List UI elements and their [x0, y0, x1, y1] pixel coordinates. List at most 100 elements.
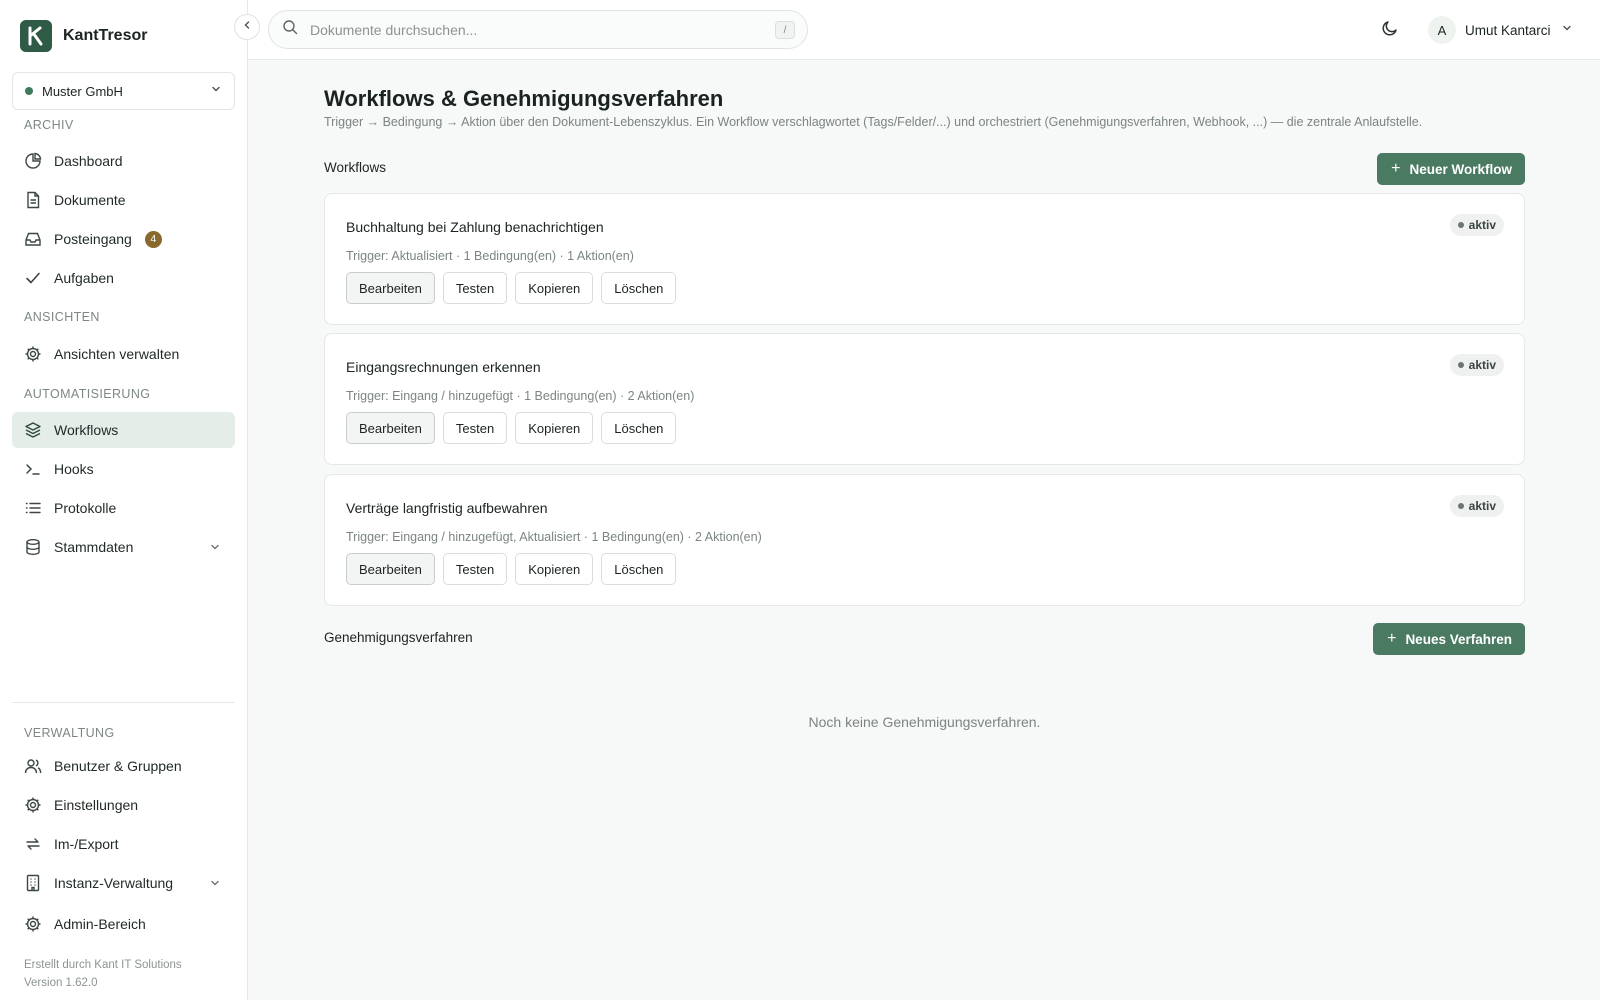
inbox-count-badge: 4 — [144, 230, 162, 248]
sidebar-item-dokumente[interactable]: Dokumente — [12, 182, 235, 218]
inbox-icon — [24, 230, 42, 248]
status-badge: aktiv — [1449, 354, 1504, 376]
users-icon — [24, 757, 42, 775]
sidebar-item-label: Aufgaben — [54, 270, 114, 286]
sidebar-item-workflows[interactable]: Workflows — [12, 412, 235, 448]
organization-select[interactable]: Muster GmbH — [12, 72, 235, 110]
test-button[interactable]: Testen — [442, 412, 508, 444]
file-text-icon — [24, 191, 42, 209]
new-approval-button[interactable]: + Neues Verfahren — [1373, 623, 1525, 655]
search-box[interactable]: / — [268, 10, 808, 49]
workflow-actions: Bearbeiten Testen Kopieren Löschen — [346, 412, 684, 444]
copy-button[interactable]: Kopieren — [515, 412, 594, 444]
theme-toggle-button[interactable] — [1378, 18, 1402, 42]
chevron-down-icon — [1561, 21, 1573, 39]
sidebar: KantTresor Muster GmbH ARCHIV Dashboard … — [0, 0, 248, 1000]
sidebar-item-einstellungen[interactable]: Einstellungen — [12, 787, 235, 823]
terminal-icon — [24, 460, 42, 478]
copy-button[interactable]: Kopieren — [515, 553, 594, 585]
layers-icon — [24, 421, 42, 439]
gear-icon — [24, 345, 42, 363]
delete-button[interactable]: Löschen — [601, 272, 677, 304]
sidebar-item-label: Protokolle — [54, 500, 117, 516]
workflow-title: Buchhaltung bei Zahlung benachrichtigen — [346, 219, 604, 235]
new-workflow-button[interactable]: + Neuer Workflow — [1377, 153, 1525, 185]
sidebar-item-posteingang[interactable]: Posteingang 4 — [12, 221, 235, 257]
search-icon — [282, 19, 298, 40]
user-name: Umut Kantarci — [1465, 22, 1551, 38]
sidebar-item-ansichten-verwalten[interactable]: Ansichten verwalten — [12, 336, 235, 372]
org-name: Muster GmbH — [42, 83, 123, 99]
sidebar-item-label: Im-/Export — [54, 836, 119, 852]
sidebar-item-dashboard[interactable]: Dashboard — [12, 143, 235, 179]
status-dot — [1457, 362, 1464, 368]
workflows-heading: Workflows — [324, 160, 387, 175]
workflow-actions: Bearbeiten Testen Kopieren Löschen — [346, 272, 684, 304]
user-menu[interactable]: A Umut Kantarci — [1428, 16, 1573, 44]
sidebar-divider — [12, 702, 235, 703]
test-button[interactable]: Testen — [442, 272, 508, 304]
section-label-archiv: ARCHIV — [24, 118, 74, 132]
sidebar-item-protokolle[interactable]: Protokolle — [12, 490, 235, 526]
org-status-dot — [25, 87, 33, 95]
sidebar-item-label: Benutzer & Gruppen — [54, 758, 182, 774]
status-label: aktiv — [1468, 358, 1496, 372]
sidebar-item-label: Posteingang — [54, 231, 132, 247]
status-dot — [1457, 222, 1464, 228]
workflow-meta: Trigger: Eingang / hinzugefügt · 1 Bedin… — [346, 389, 695, 403]
approvals-empty-state: Noch keine Genehmigungsverfahren. — [808, 714, 1041, 730]
footer-credit: Erstellt durch Kant IT Solutions — [24, 959, 182, 971]
app-name: KantTresor — [63, 27, 148, 44]
sidebar-item-admin-bereich[interactable]: Admin-Bereich — [12, 906, 235, 942]
footer-version: Version 1.62.0 — [24, 977, 98, 989]
search-input[interactable] — [310, 21, 750, 38]
status-badge: aktiv — [1449, 495, 1504, 517]
delete-button[interactable]: Löschen — [601, 553, 677, 585]
status-label: aktiv — [1468, 218, 1496, 232]
sidebar-item-label: Ansichten verwalten — [54, 346, 180, 362]
test-button[interactable]: Testen — [442, 553, 508, 585]
approvals-heading: Genehmigungsverfahren — [324, 630, 473, 645]
sidebar-item-benutzer-gruppen[interactable]: Benutzer & Gruppen — [12, 748, 235, 784]
sidebar-item-instanz-verwaltung[interactable]: Instanz-Verwaltung — [12, 865, 235, 901]
avatar: A — [1428, 16, 1456, 44]
edit-button[interactable]: Bearbeiten — [346, 272, 435, 304]
gear-icon — [24, 796, 42, 814]
chevron-down-icon — [209, 540, 221, 556]
brand[interactable]: KantTresor — [20, 19, 147, 53]
section-label-ansichten: ANSICHTEN — [24, 310, 100, 324]
sidebar-item-label: Workflows — [54, 422, 119, 438]
page-subtitle: Trigger → Bedingung → Aktion über den Do… — [324, 115, 1423, 129]
section-label-verwaltung: VERWALTUNG — [24, 726, 115, 740]
workflow-card: Eingangsrechnungen erkennen aktiv Trigge… — [324, 333, 1525, 465]
sidebar-item-stammdaten[interactable]: Stammdaten — [12, 529, 235, 565]
workflow-title: Verträge langfristig aufbewahren — [346, 500, 548, 516]
sidebar-item-label: Dashboard — [54, 153, 123, 169]
sidebar-item-label: Stammdaten — [54, 539, 134, 555]
topbar: / A Umut Kantarci — [248, 0, 1600, 60]
delete-button[interactable]: Löschen — [601, 412, 677, 444]
page-title: Workflows & Genehmigungsverfahren — [324, 86, 724, 111]
building-icon — [24, 874, 42, 892]
sidebar-item-im-export[interactable]: Im-/Export — [12, 826, 235, 862]
status-badge: aktiv — [1449, 214, 1504, 236]
sidebar-item-aufgaben[interactable]: Aufgaben — [12, 260, 235, 296]
edit-button[interactable]: Bearbeiten — [346, 412, 435, 444]
copy-button[interactable]: Kopieren — [515, 272, 594, 304]
workflow-meta: Trigger: Aktualisiert · 1 Bedingung(en) … — [346, 249, 634, 263]
moon-icon — [1381, 19, 1399, 42]
edit-button[interactable]: Bearbeiten — [346, 553, 435, 585]
sidebar-item-hooks[interactable]: Hooks — [12, 451, 235, 487]
arrows-swap-icon — [24, 835, 42, 853]
workflow-meta: Trigger: Eingang / hinzugefügt, Aktualis… — [346, 530, 762, 544]
new-workflow-label: Neuer Workflow — [1409, 161, 1512, 177]
collapse-sidebar-button[interactable] — [234, 14, 260, 40]
plus-icon: + — [1387, 630, 1397, 647]
sidebar-item-label: Hooks — [54, 461, 94, 477]
gear-icon — [24, 915, 42, 933]
workflow-actions: Bearbeiten Testen Kopieren Löschen — [346, 553, 684, 585]
list-icon — [24, 499, 42, 517]
chevron-left-icon — [241, 18, 253, 36]
status-label: aktiv — [1468, 499, 1496, 513]
new-approval-label: Neues Verfahren — [1405, 631, 1512, 647]
